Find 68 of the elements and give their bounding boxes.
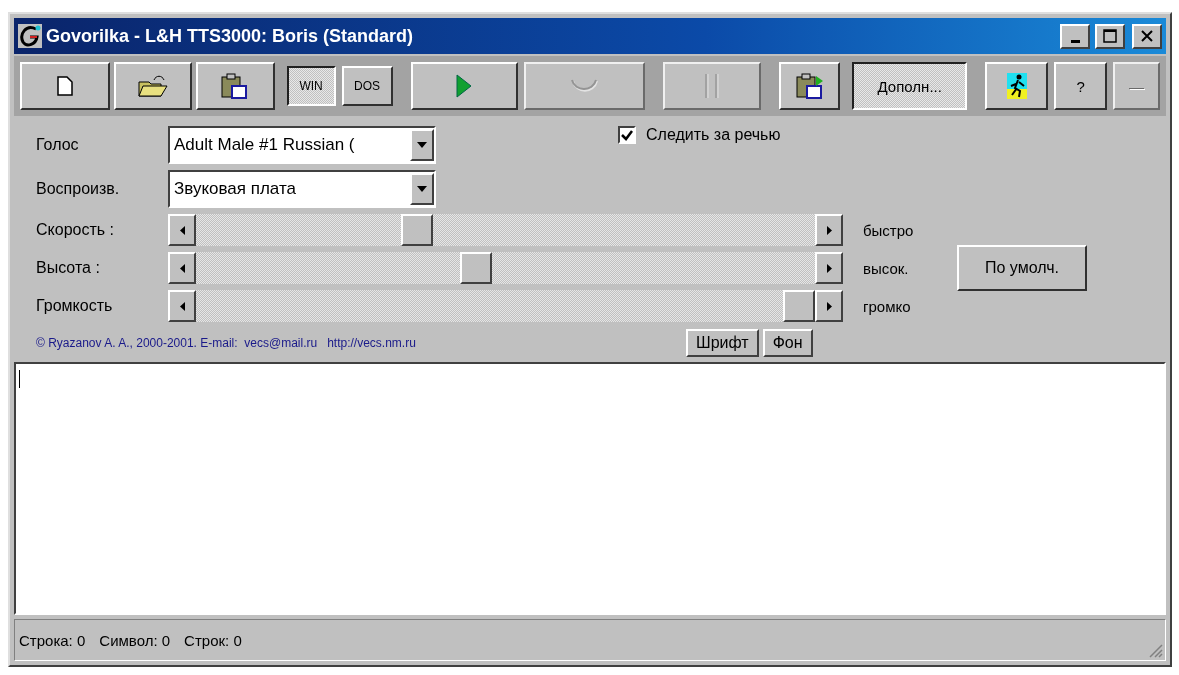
caret-icon [417,142,427,148]
right-arrow-button[interactable] [815,290,843,322]
slider-label: Громкость [36,297,114,315]
background-button[interactable]: Фон [762,329,813,357]
pause-icon [703,73,722,99]
copyright-text: © Ryazanov A. A., 2000-2001. E-mail: vecs@mail.ru http://vecs.nm.ru [36,336,417,350]
toolbar-button[interactable]: DOS [341,66,393,106]
app-logo-icon [18,24,42,48]
check-icon [621,129,633,141]
maximize-button[interactable] [1095,23,1125,49]
clipboard-icon [794,72,825,100]
slider-track[interactable] [168,252,843,284]
right-arrow-button[interactable] [815,252,843,284]
left-arrow-button[interactable] [168,214,196,246]
left-arrow-button[interactable] [168,290,196,322]
paste-speak-button[interactable] [779,62,840,110]
default-button[interactable]: По умолч. [957,245,1087,291]
arc-icon [570,78,599,94]
voice-label: Голос [36,136,80,154]
left-arrow-button[interactable] [168,252,196,284]
right-arrow-icon [826,263,832,273]
slider-label: Скорость : [36,221,115,239]
text-caret [19,370,20,388]
slider-track[interactable] [168,214,843,246]
slider-end-label: высок. [863,259,910,277]
window-title: Govorilka - L&H TTS3000: Boris (Standard) [46,25,415,47]
caret-icon [417,186,427,192]
left-arrow-icon [179,301,185,311]
right-arrow-button[interactable] [815,214,843,246]
left-arrow-icon [179,263,185,273]
slider-track[interactable] [168,290,843,322]
document-icon [57,76,73,96]
play-button[interactable] [410,62,519,110]
open-button[interactable] [114,62,193,110]
runner-button[interactable] [985,62,1049,110]
status-text: Символ: 0 [99,631,171,649]
minimize-icon [1070,39,1080,43]
status-text: Строка: 0 [19,631,86,649]
slider-thumb[interactable] [460,252,493,284]
slider-end-label: громко [863,297,912,315]
close-icon [1140,29,1154,43]
toggle-button[interactable]: WIN [286,66,336,106]
dropdown-button[interactable] [410,129,434,161]
resize-grip-icon[interactable] [1147,642,1163,658]
status-text: Строк: 0 [184,631,242,649]
toolbar-button[interactable]: ? [1054,62,1107,110]
running-person-icon [1006,73,1027,99]
close-button[interactable] [1132,23,1162,49]
play-icon [456,74,473,98]
left-arrow-icon [179,225,185,235]
slider-thumb[interactable] [401,214,434,246]
font-button[interactable]: Шрифт [686,329,759,357]
dropdown-button[interactable] [410,173,434,205]
output-label: Воспроизв. [36,180,121,198]
output-dropdown[interactable]: Звуковая плата [168,170,436,208]
follow-speech-checkbox[interactable]: Следить за речью [618,126,781,144]
paste-button[interactable] [196,62,275,110]
minimize-button[interactable] [1060,23,1090,49]
maximize-icon [1103,29,1117,43]
voice-dropdown[interactable]: Adult Male #1 Russian ( [168,126,436,164]
slider-thumb[interactable] [783,290,815,322]
toggle-button[interactable]: Дополн... [852,62,968,110]
right-arrow-icon [826,301,832,311]
slider-end-label: быстро [863,221,915,239]
folder-icon [138,74,169,98]
new-button[interactable] [20,62,111,110]
right-arrow-icon [826,225,832,235]
slider-label: Высота : [36,259,101,277]
